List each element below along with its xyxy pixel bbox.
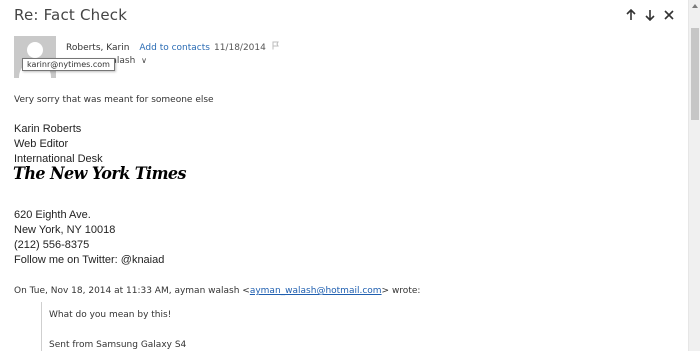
message-date: 11/18/2014 (213, 43, 266, 53)
sender-row: Roberts, Karin Add to contacts 11/18/201… (66, 41, 279, 53)
signature-title: Web Editor (14, 138, 69, 150)
scroll-thumb[interactable] (691, 28, 699, 120)
sender-name[interactable]: Roberts, Karin (66, 43, 129, 53)
email-tooltip: karinr@nytimes.com (22, 58, 115, 71)
quoted-message: What do you mean by this! Sent from Sams… (41, 302, 186, 351)
signature-twitter: Follow me on Twitter: @knaiad (14, 254, 165, 266)
signature-phone: (212) 556-8375 (14, 239, 90, 251)
signature-address-line2: New York, NY 10018 (14, 224, 116, 236)
signature-contact: 620 Eighth Ave. New York, NY 10018 (212)… (14, 208, 164, 268)
avatar-head-shape (27, 42, 43, 58)
quote-header-suffix: > wrote: (381, 286, 421, 296)
vertical-scrollbar[interactable] (688, 0, 700, 351)
quoted-line-2: Sent from Samsung Galaxy S4 (49, 340, 187, 350)
arrow-down-icon[interactable] (645, 7, 655, 23)
message-body: Very sorry that was meant for someone el… (14, 95, 214, 106)
scroll-up-arrow-icon[interactable] (692, 4, 698, 8)
quote-header: On Tue, Nov 18, 2014 at 11:33 AM, ayman … (14, 286, 420, 296)
add-to-contacts-link[interactable]: Add to contacts (139, 43, 210, 53)
message-navigation (626, 7, 674, 23)
signature-name: Karin Roberts (14, 123, 82, 135)
arrow-up-icon[interactable] (626, 7, 636, 23)
signature-address-line1: 620 Eighth Ave. (14, 209, 91, 221)
close-icon[interactable] (664, 7, 674, 23)
quoted-line-1: What do you mean by this! (49, 310, 172, 320)
quote-header-text: On Tue, Nov 18, 2014 at 11:33 AM, ayman … (14, 286, 250, 296)
flag-icon[interactable] (272, 41, 279, 53)
chevron-down-icon[interactable]: ∨ (141, 56, 147, 65)
nyt-logo: The New York Times (13, 164, 187, 184)
message-subject: Re: Fact Check (14, 6, 128, 24)
reading-pane: Re: Fact Check Roberts, Karin Add to con… (0, 0, 688, 351)
sender-avatar[interactable] (14, 36, 56, 78)
quote-email-link[interactable]: ayman_walash@hotmail.com (250, 286, 382, 296)
signature-block: Karin Roberts Web Editor International D… (14, 122, 103, 167)
body-intro: Very sorry that was meant for someone el… (14, 95, 214, 105)
